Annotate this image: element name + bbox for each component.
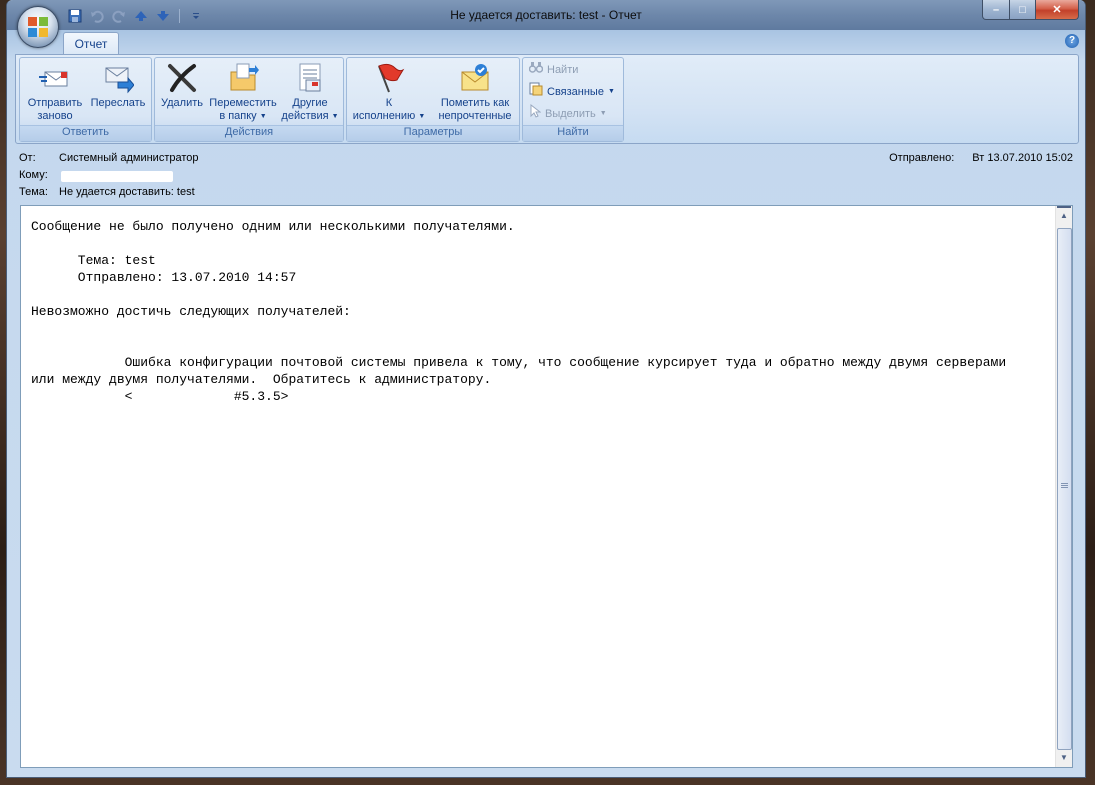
unread-label-2: непрочтенные bbox=[438, 110, 512, 122]
followup-dropdown-icon: ▼ bbox=[418, 113, 426, 120]
select-button[interactable]: Выделить ▼ bbox=[529, 103, 607, 125]
group-options: К исполнению ▼ Пометить как непрочтенные… bbox=[346, 57, 520, 142]
move-to-folder-icon bbox=[227, 62, 259, 94]
outlook-window: Не удается доставить: test - Отчет – □ ✕… bbox=[6, 0, 1086, 778]
move-label-1: Переместить bbox=[209, 97, 277, 109]
group-options-label: Параметры bbox=[347, 125, 519, 141]
related-dropdown-icon: ▼ bbox=[607, 88, 615, 95]
window-controls: – □ ✕ bbox=[982, 0, 1079, 20]
find-label: Найти bbox=[547, 64, 579, 76]
followup-label-1: К bbox=[385, 97, 393, 109]
scroll-down-icon[interactable]: ▼ bbox=[1057, 750, 1071, 766]
from-label: От: bbox=[19, 152, 36, 164]
help-icon[interactable]: ? bbox=[1065, 34, 1079, 48]
from-value[interactable]: Системный администратор bbox=[59, 152, 199, 164]
redo-icon[interactable] bbox=[109, 7, 129, 25]
quick-access-toolbar bbox=[65, 6, 206, 26]
subject-label: Тема: bbox=[19, 186, 48, 198]
qat-separator bbox=[179, 9, 180, 23]
group-respond-label: Ответить bbox=[20, 125, 151, 141]
group-actions: Удалить Переместить в папку ▼ Другие дей… bbox=[154, 57, 344, 142]
title-bar[interactable]: Не удается доставить: test - Отчет – □ ✕ bbox=[7, 0, 1085, 30]
ribbon: Отправить заново Переслать Ответить Удал… bbox=[15, 54, 1079, 144]
undo-icon[interactable] bbox=[87, 7, 107, 25]
flag-icon bbox=[373, 62, 405, 94]
resend-icon bbox=[39, 62, 71, 94]
delete-label: Удалить bbox=[161, 97, 203, 109]
office-logo-icon bbox=[28, 17, 48, 37]
vertical-scrollbar[interactable]: ▲ ▼ bbox=[1055, 206, 1072, 767]
ribbon-tab-row: Отчет ? bbox=[7, 30, 1085, 55]
forward-label: Переслать bbox=[90, 97, 146, 109]
move-label-2: в папку bbox=[219, 110, 257, 122]
delete-button[interactable]: Удалить bbox=[157, 60, 207, 124]
tab-report[interactable]: Отчет bbox=[63, 32, 119, 55]
unread-label-1: Пометить как bbox=[440, 97, 510, 109]
group-respond: Отправить заново Переслать Ответить bbox=[19, 57, 152, 142]
other-label-1: Другие bbox=[292, 97, 328, 109]
sent-info: Отправлено: Вт 13.07.2010 15:02 bbox=[889, 152, 1073, 164]
other-dropdown-icon: ▼ bbox=[331, 113, 339, 120]
scroll-up-icon[interactable]: ▲ bbox=[1057, 208, 1071, 224]
delete-icon bbox=[166, 62, 198, 94]
sent-label: Отправлено: bbox=[889, 152, 955, 164]
other-actions-button[interactable]: Другие действия ▼ bbox=[279, 60, 341, 124]
group-find-label: Найти bbox=[523, 125, 623, 141]
binoculars-icon bbox=[528, 60, 544, 80]
followup-button[interactable]: К исполнению ▼ bbox=[349, 60, 429, 124]
mark-unread-icon bbox=[459, 62, 491, 94]
cursor-icon bbox=[529, 103, 542, 125]
mark-unread-button[interactable]: Пометить как непрочтенные bbox=[433, 60, 517, 124]
message-body[interactable]: Сообщение не было получено одним или нес… bbox=[20, 205, 1073, 768]
sent-value: Вт 13.07.2010 15:02 bbox=[972, 152, 1073, 164]
next-item-icon[interactable] bbox=[153, 7, 173, 25]
move-to-folder-button[interactable]: Переместить в папку ▼ bbox=[207, 60, 279, 124]
scroll-thumb[interactable] bbox=[1057, 228, 1072, 750]
resend-label-1: Отправить bbox=[27, 97, 83, 109]
to-label: Кому: bbox=[19, 169, 48, 181]
message-header: От: Системный администратор Кому: Тема: … bbox=[15, 146, 1077, 202]
forward-button[interactable]: Переслать bbox=[88, 60, 148, 124]
minimize-button[interactable]: – bbox=[982, 0, 1010, 20]
select-label: Выделить bbox=[545, 108, 596, 120]
office-button[interactable] bbox=[17, 6, 59, 48]
group-actions-label: Действия bbox=[155, 125, 343, 141]
to-value-redacted bbox=[61, 171, 173, 182]
subject-value: Не удается доставить: test bbox=[59, 186, 195, 198]
move-dropdown-icon: ▼ bbox=[259, 113, 267, 120]
related-label: Связанные bbox=[547, 86, 604, 98]
find-button[interactable]: Найти bbox=[528, 60, 579, 80]
scroll-grip-icon bbox=[1061, 483, 1068, 489]
related-icon bbox=[529, 82, 543, 103]
previous-item-icon[interactable] bbox=[131, 7, 151, 25]
group-find: Найти Связанные ▼ Выделить ▼ Найти bbox=[522, 57, 624, 142]
select-dropdown-icon: ▼ bbox=[599, 110, 607, 117]
forward-icon bbox=[102, 62, 135, 94]
other-actions-icon bbox=[294, 62, 326, 94]
resend-label-2: заново bbox=[37, 110, 73, 122]
followup-label-2: исполнению bbox=[352, 110, 416, 122]
related-button[interactable]: Связанные ▼ bbox=[529, 82, 615, 102]
customize-icon[interactable] bbox=[186, 7, 206, 25]
other-label-2: действия bbox=[281, 110, 329, 122]
message-body-text: Сообщение не было получено одним или нес… bbox=[31, 219, 1007, 404]
save-icon[interactable] bbox=[65, 7, 85, 25]
close-button[interactable]: ✕ bbox=[1036, 0, 1079, 20]
resend-button[interactable]: Отправить заново bbox=[24, 60, 86, 124]
maximize-button[interactable]: □ bbox=[1010, 0, 1036, 20]
